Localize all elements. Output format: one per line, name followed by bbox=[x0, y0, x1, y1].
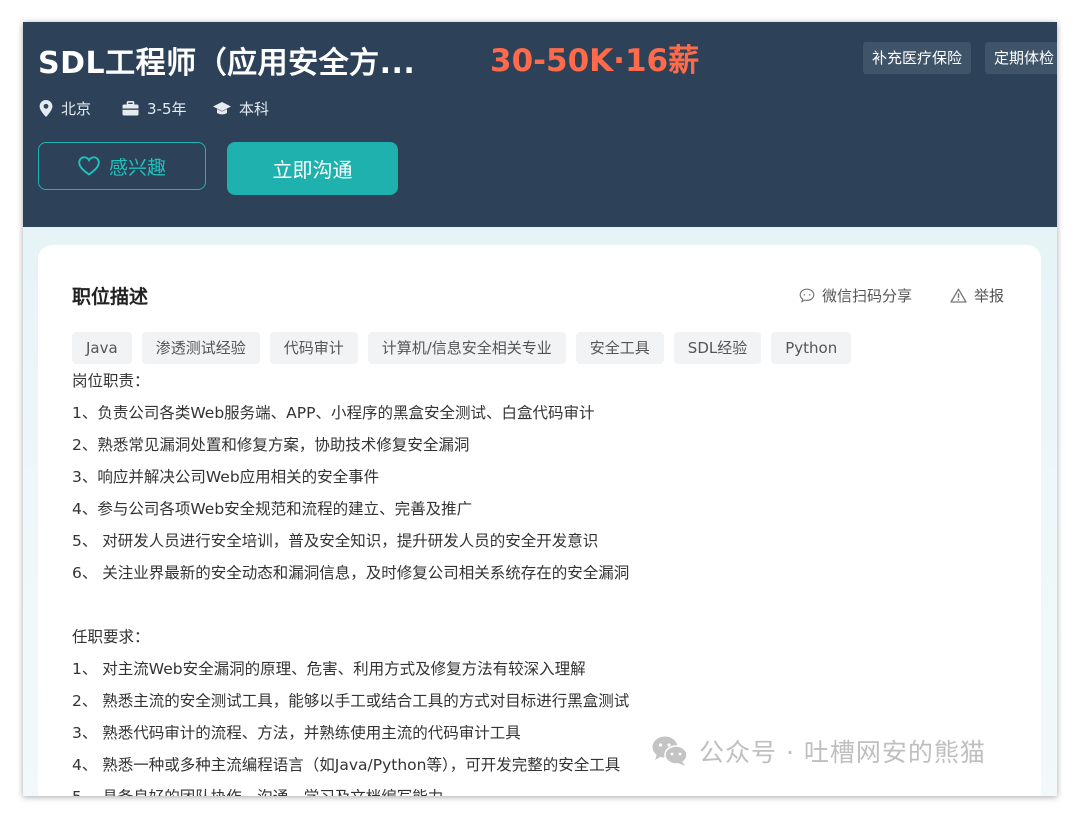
location-meta: 北京 bbox=[39, 97, 91, 119]
responsibilities-heading: 岗位职责： bbox=[72, 372, 150, 390]
briefcase-icon bbox=[122, 100, 139, 115]
interest-button[interactable]: 感兴趣 bbox=[38, 142, 206, 190]
skill-tag[interactable]: Python bbox=[771, 332, 852, 364]
watermark-text: 公众号 · 吐槽网安的熊猫 bbox=[699, 738, 986, 767]
report-label: 举报 bbox=[974, 287, 1005, 305]
responsibility-item: 6、 关注业界最新的安全动态和漏洞信息，及时修复公司相关系统存在的安全漏洞 bbox=[72, 564, 630, 582]
skill-tag[interactable]: 安全工具 bbox=[575, 332, 664, 364]
graduation-cap-icon bbox=[213, 101, 231, 114]
job-header: SDL工程师（应用安全方... 30-50K·16薪 补充医疗保险 定期体检 北… bbox=[23, 22, 1057, 227]
report-button[interactable]: 举报 bbox=[950, 285, 1004, 306]
responsibility-item: 5、 对研发人员进行安全培训，普及安全知识，提升研发人员的安全开发意识 bbox=[72, 532, 599, 550]
requirement-item: 2、 熟悉主流的安全测试工具，能够以手工或结合工具的方式对目标进行黑盒测试 bbox=[72, 692, 630, 710]
job-title: SDL工程师（应用安全方... bbox=[38, 46, 416, 81]
skill-tag[interactable]: 代码审计 bbox=[269, 332, 358, 364]
experience-meta: 3-5年 bbox=[122, 97, 187, 119]
skill-tag[interactable]: SDL经验 bbox=[673, 332, 762, 364]
wechat-share-button[interactable]: 微信扫码分享 bbox=[799, 285, 912, 306]
responsibility-item: 2、熟悉常见漏洞处置和修复方案，协助技术修复安全漏洞 bbox=[72, 436, 470, 454]
benefit-tag: 补充医疗保险 bbox=[863, 42, 972, 74]
responsibility-item: 4、参与公司各项Web安全规范和流程的建立、完善及推广 bbox=[72, 500, 473, 518]
skill-tag[interactable]: 计算机/信息安全相关专业 bbox=[367, 332, 566, 364]
benefit-tag: 定期体检 bbox=[985, 42, 1057, 74]
requirement-item: 5、 具备良好的团队协作、沟通、学习及文档编写能力 bbox=[72, 781, 1012, 796]
responsibility-item: 1、负责公司各类Web服务端、APP、小程序的黑盒安全测试、白盒代码审计 bbox=[72, 404, 595, 422]
skill-tag[interactable]: Java bbox=[72, 332, 132, 364]
salary: 30-50K·16薪 bbox=[490, 43, 700, 79]
section-title: 职位描述 bbox=[72, 286, 149, 308]
education-text: 本科 bbox=[239, 99, 270, 118]
interest-label: 感兴趣 bbox=[108, 156, 166, 179]
job-description-text: 岗位职责： 1、负责公司各类Web服务端、APP、小程序的黑盒安全测试、白盒代码… bbox=[72, 365, 1012, 796]
chat-now-button[interactable]: 立即沟通 bbox=[227, 142, 398, 195]
experience-text: 3-5年 bbox=[147, 99, 187, 118]
requirements-heading: 任职要求： bbox=[72, 628, 150, 646]
skill-tag[interactable]: 渗透测试经验 bbox=[141, 332, 260, 364]
job-description-card: 职位描述 微信扫码分享 举报 Java 渗透测试经验 代码审计 计算机/信息安全… bbox=[38, 245, 1041, 796]
chat-bubble-icon bbox=[799, 288, 815, 303]
responsibility-item: 3、响应并解决公司Web应用相关的安全事件 bbox=[72, 468, 380, 486]
job-detail-window: SDL工程师（应用安全方... 30-50K·16薪 补充医疗保险 定期体检 北… bbox=[23, 22, 1057, 796]
skill-tags: Java 渗透测试经验 代码审计 计算机/信息安全相关专业 安全工具 SDL经验… bbox=[72, 332, 861, 364]
wechat-logo-icon bbox=[652, 736, 688, 766]
education-meta: 本科 bbox=[213, 97, 269, 119]
heart-icon bbox=[78, 156, 100, 176]
requirement-item: 1、 对主流Web安全漏洞的原理、危害、利用方式及修复方法有较深入理解 bbox=[72, 660, 586, 678]
share-label: 微信扫码分享 bbox=[822, 287, 913, 305]
watermark: 公众号 · 吐槽网安的熊猫 bbox=[651, 733, 986, 769]
location-text: 北京 bbox=[61, 99, 92, 118]
warning-triangle-icon bbox=[950, 288, 967, 303]
location-pin-icon bbox=[39, 99, 53, 117]
